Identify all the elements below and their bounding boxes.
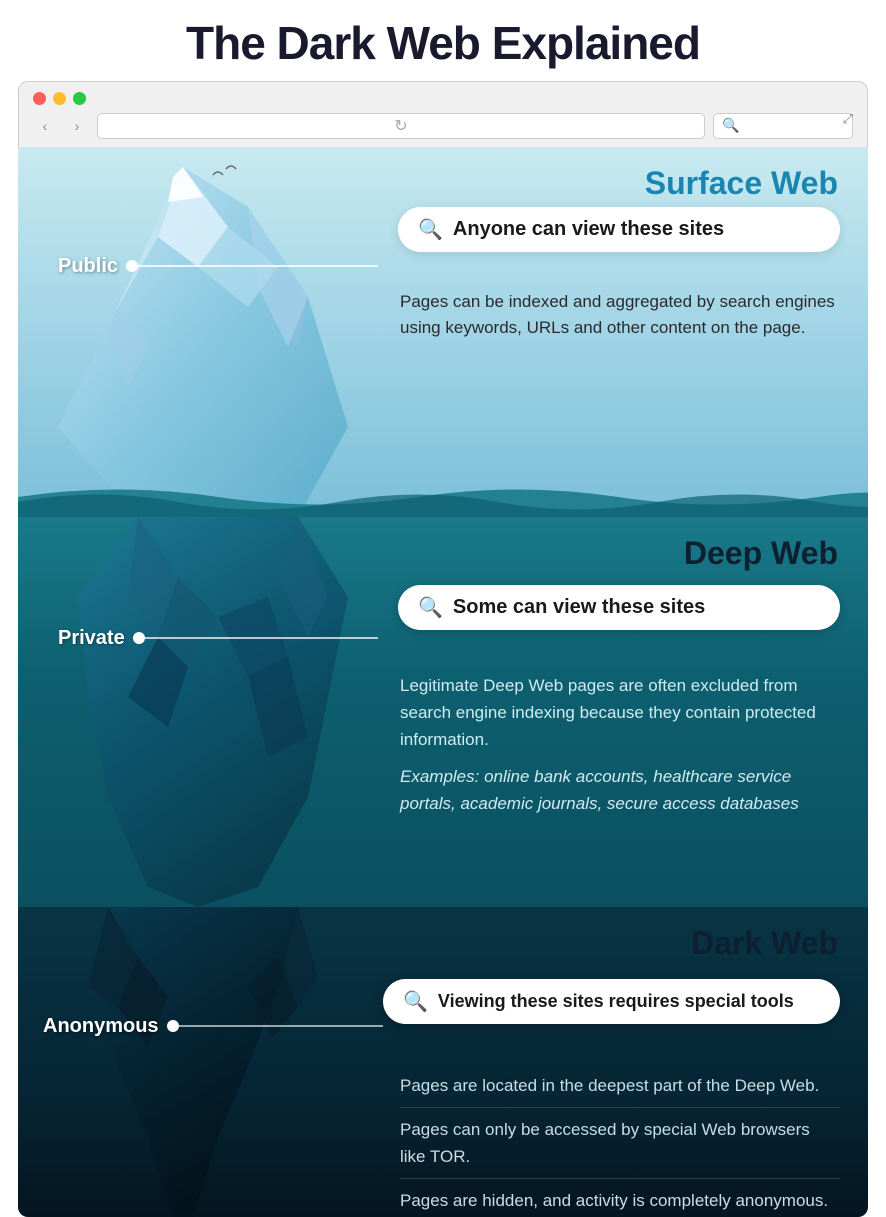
private-dot	[133, 632, 145, 644]
dark-desc3: Pages are hidden, and activity is comple…	[400, 1187, 840, 1214]
browser-bar: ‹ › ↻ 🔍 ⤢	[33, 113, 853, 139]
deep-examples-text: Examples: online bank accounts, healthca…	[400, 763, 840, 817]
dark-web-label: Dark Web	[691, 925, 838, 962]
surface-section: Public Surface Web 🔍 Anyone can view the…	[18, 147, 868, 517]
deep-description: Legitimate Deep Web pages are often excl…	[400, 672, 840, 818]
search-bar[interactable]: 🔍	[713, 113, 853, 139]
surface-desc-text: Pages can be indexed and aggregated by s…	[400, 292, 835, 337]
search-icon: 🔍	[403, 989, 428, 1014]
anon-dot	[167, 1020, 179, 1032]
deep-desc-text: Legitimate Deep Web pages are often excl…	[400, 672, 840, 754]
deep-search-box: 🔍 Some can view these sites	[398, 585, 840, 630]
forward-button[interactable]: ›	[65, 114, 89, 138]
dark-section: Anonymous Dark Web 🔍 Viewing these sites…	[18, 907, 868, 1217]
search-icon: 🔍	[418, 217, 443, 242]
dark-desc1: Pages are located in the deepest part of…	[400, 1072, 840, 1108]
deep-web-label: Deep Web	[684, 535, 838, 572]
expand-icon: ⤢	[843, 111, 853, 127]
anon-label-group: Anonymous	[43, 1015, 383, 1038]
dark-description: Pages are located in the deepest part of…	[400, 1072, 840, 1215]
search-icon: 🔍	[418, 595, 443, 620]
dark-search-box: 🔍 Viewing these sites requires special t…	[383, 979, 840, 1024]
dark-desc2: Pages can only be accessed by special We…	[400, 1116, 840, 1179]
minimize-dot	[53, 92, 66, 105]
browser-chrome: ‹ › ↻ 🔍 ⤢	[18, 81, 868, 147]
anon-line	[179, 1025, 383, 1027]
infographic-container: Public Surface Web 🔍 Anyone can view the…	[18, 147, 868, 1217]
anon-label-text: Anonymous	[43, 1015, 159, 1038]
public-label-group: Public	[58, 255, 378, 278]
surface-web-label: Surface Web	[645, 165, 838, 202]
surface-search-text: Anyone can view these sites	[453, 218, 724, 241]
public-dot	[126, 260, 138, 272]
public-label-text: Public	[58, 255, 118, 278]
dark-search-text: Viewing these sites requires special too…	[438, 991, 794, 1012]
close-dot	[33, 92, 46, 105]
iceberg-above	[18, 147, 418, 517]
search-icon: 🔍	[722, 117, 739, 134]
refresh-icon: ↻	[394, 116, 407, 136]
maximize-dot	[73, 92, 86, 105]
iceberg-below-top	[18, 517, 438, 907]
url-bar[interactable]: ↻	[97, 113, 705, 139]
deep-section: Private Deep Web 🔍 Some can view these s…	[18, 517, 868, 907]
page-title: The Dark Web Explained	[0, 0, 886, 81]
private-label-text: Private	[58, 627, 125, 650]
deep-search-text: Some can view these sites	[453, 596, 705, 619]
public-line	[138, 265, 378, 267]
surface-description: Pages can be indexed and aggregated by s…	[400, 289, 840, 342]
surface-search-box: 🔍 Anyone can view these sites	[398, 207, 840, 252]
back-button[interactable]: ‹	[33, 114, 57, 138]
private-line	[145, 637, 378, 639]
private-label-group: Private	[58, 627, 378, 650]
water-surface	[18, 477, 868, 517]
iceberg-below-bottom	[18, 907, 398, 1217]
